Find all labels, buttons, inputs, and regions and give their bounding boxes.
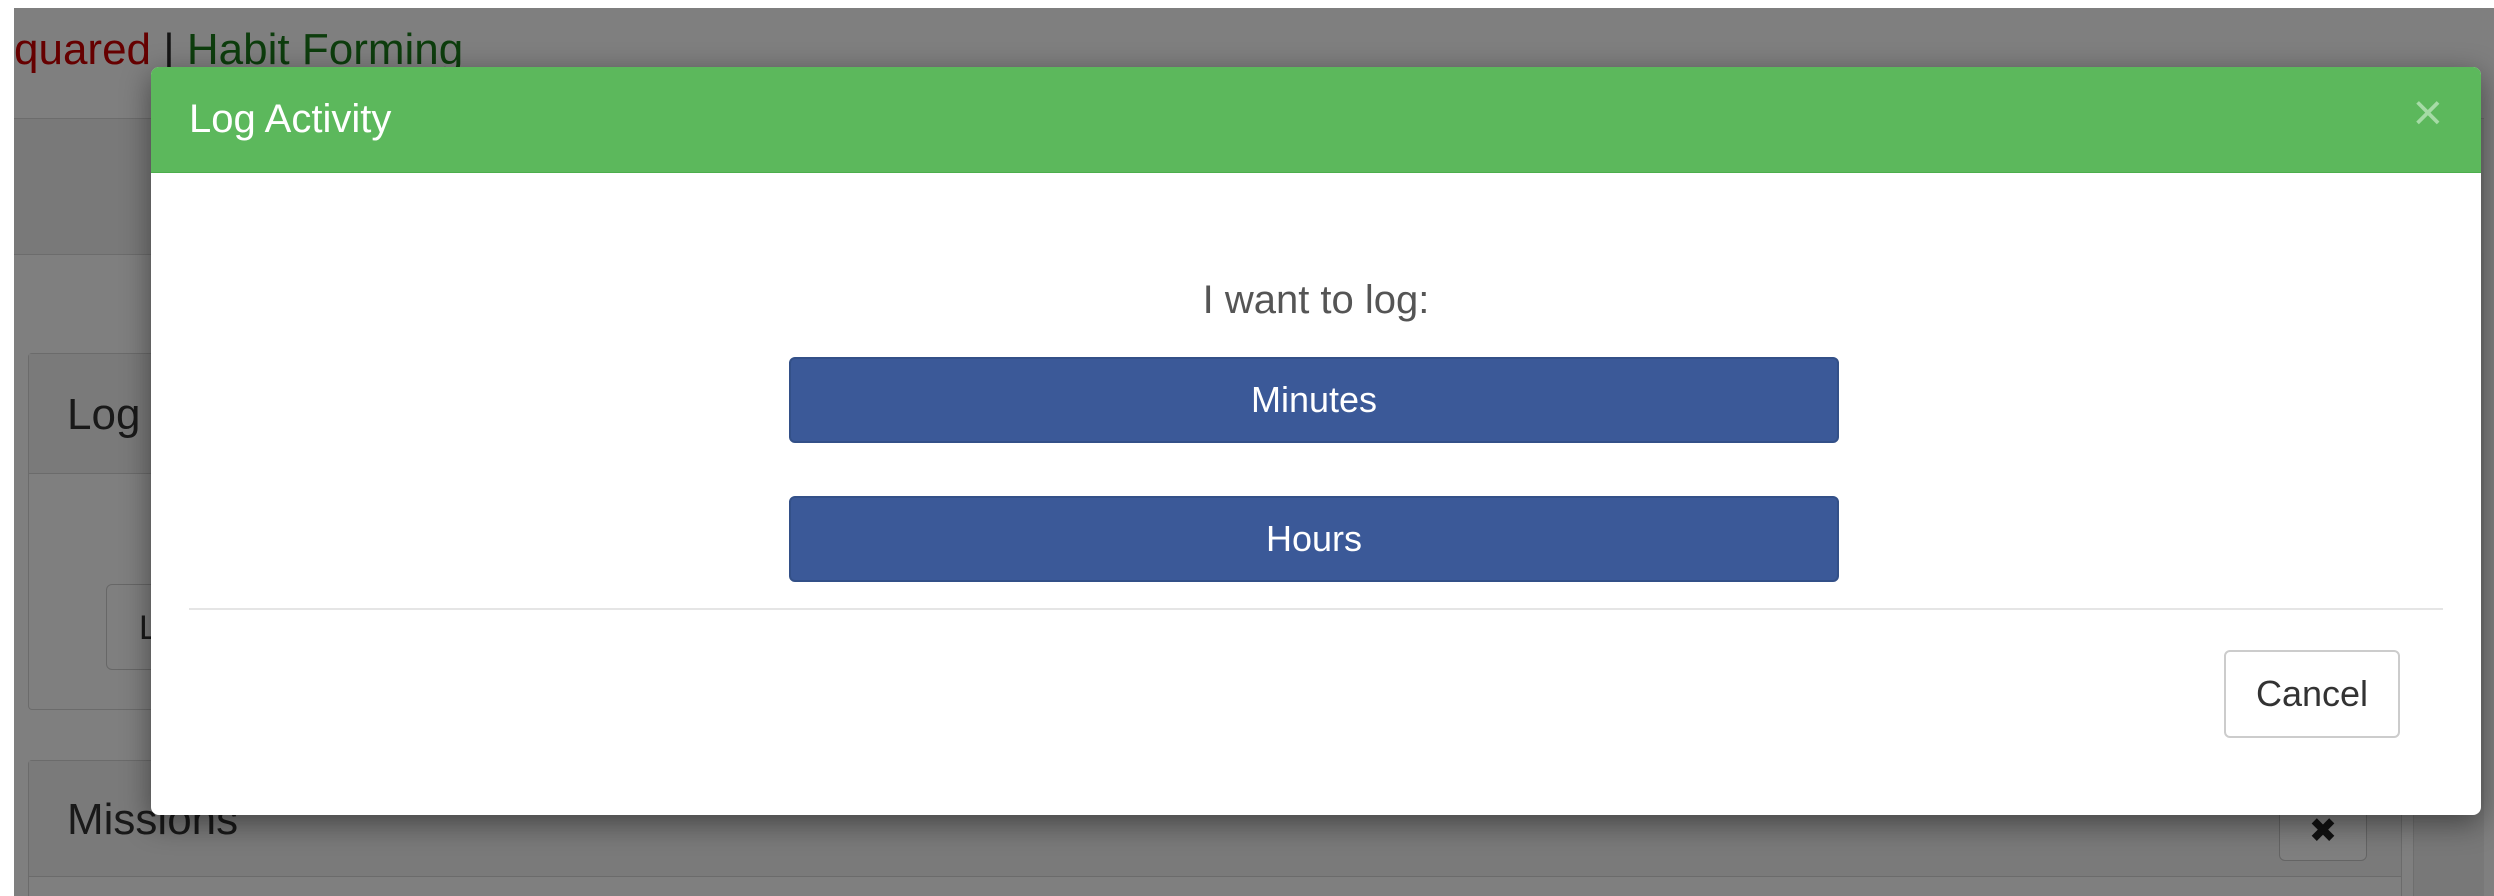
window-edge-left xyxy=(0,0,14,896)
log-prompt: I want to log: xyxy=(1202,278,1430,322)
log-minutes-button[interactable]: Minutes xyxy=(789,357,1839,443)
modal-footer-divider xyxy=(189,608,2443,610)
modal-close-button[interactable]: × xyxy=(2413,87,2443,139)
modal-header: Log Activity × xyxy=(151,67,2481,173)
window-edge-top xyxy=(0,0,2494,8)
log-hours-button[interactable]: Hours xyxy=(789,496,1839,582)
app-viewport: quared | Habit Forming Log L Missions ✖ … xyxy=(0,0,2494,896)
close-icon: × xyxy=(2412,84,2443,142)
cancel-button[interactable]: Cancel xyxy=(2224,650,2400,738)
log-activity-modal: Log Activity × I want to log: Minutes Ho… xyxy=(151,67,2481,815)
modal-title: Log Activity xyxy=(189,97,392,141)
